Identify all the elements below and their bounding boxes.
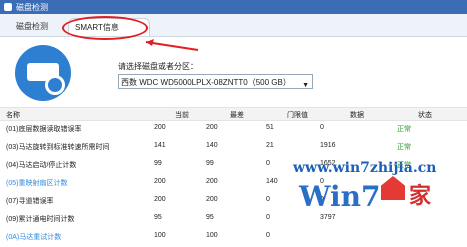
row-status: 正常 (397, 144, 411, 151)
disk-select-value: 西数 WDC WD5000LPLX-08ZNTT0（500 GB） (121, 78, 291, 87)
row-threshold: 0 (266, 214, 270, 221)
row-name: (0A)马达重试计数 (6, 234, 62, 241)
row-worst: 200 (206, 196, 218, 203)
watermark: www.win7zhijia.cn Win7 家 (293, 160, 467, 243)
row-current: 200 (154, 178, 166, 185)
house-icon (381, 176, 405, 200)
row-worst: 200 (206, 178, 218, 185)
watermark-logo: Win7 (299, 180, 381, 213)
row-threshold: 21 (266, 142, 274, 149)
row-name: (07)寻道错误率 (6, 198, 54, 205)
table-header: 名称 当前 最差 门限值 数据 状态 (0, 107, 467, 121)
chevron-down-icon: ▼ (302, 82, 309, 89)
disk-select-label: 请选择磁盘或者分区： (118, 62, 198, 71)
row-worst: 99 (206, 160, 214, 167)
header-name: 名称 (6, 112, 20, 119)
row-current: 200 (154, 124, 166, 131)
header-threshold: 门限值 (287, 112, 308, 119)
row-threshold: 0 (266, 160, 270, 167)
row-name: (01)底层数据读取错误率 (6, 126, 82, 133)
window-title: 磁盘检测 (16, 3, 48, 12)
header-data: 数据 (350, 112, 364, 119)
row-worst: 95 (206, 214, 214, 221)
table-row[interactable]: (03)马达旋转到标准转速所需时间 141 140 21 1916 正常 (0, 139, 467, 157)
row-worst: 100 (206, 232, 218, 239)
header-worst: 最差 (230, 112, 244, 119)
row-current: 99 (154, 160, 162, 167)
watermark-home: 家 (409, 183, 432, 209)
tab-disk-check[interactable]: 磁盘检测 (10, 18, 54, 35)
table-row[interactable]: (01)底层数据读取错误率 200 200 51 0 正常 (0, 121, 467, 139)
row-current: 100 (154, 232, 166, 239)
row-name: (05)重映射扇区计数 (6, 180, 68, 187)
watermark-url: www.win7zhijia.cn (293, 160, 437, 176)
row-threshold: 0 (266, 232, 270, 239)
row-threshold: 0 (266, 196, 270, 203)
row-data: 1916 (320, 142, 336, 149)
row-threshold: 51 (266, 124, 274, 131)
row-current: 141 (154, 142, 166, 149)
row-current: 200 (154, 196, 166, 203)
row-name: (09)累计通电时间计数 (6, 216, 75, 223)
row-name: (04)马达启动/停止计数 (6, 162, 77, 169)
row-worst: 200 (206, 124, 218, 131)
header-current: 当前 (175, 112, 189, 119)
row-current: 95 (154, 214, 162, 221)
annotation-arrow (140, 38, 200, 52)
row-worst: 140 (206, 142, 218, 149)
title-bar: 磁盘检测 (0, 0, 467, 14)
disk-search-icon (15, 45, 71, 101)
header-status: 状态 (418, 112, 432, 119)
row-name: (03)马达旋转到标准转速所需时间 (6, 144, 110, 151)
row-data: 0 (320, 124, 324, 131)
row-status: 正常 (397, 126, 411, 133)
disk-select[interactable]: 西数 WDC WD5000LPLX-08ZNTT0（500 GB） ▼ (118, 74, 313, 89)
row-threshold: 140 (266, 178, 278, 185)
app-icon (4, 3, 12, 11)
annotation-ellipse (62, 16, 148, 40)
